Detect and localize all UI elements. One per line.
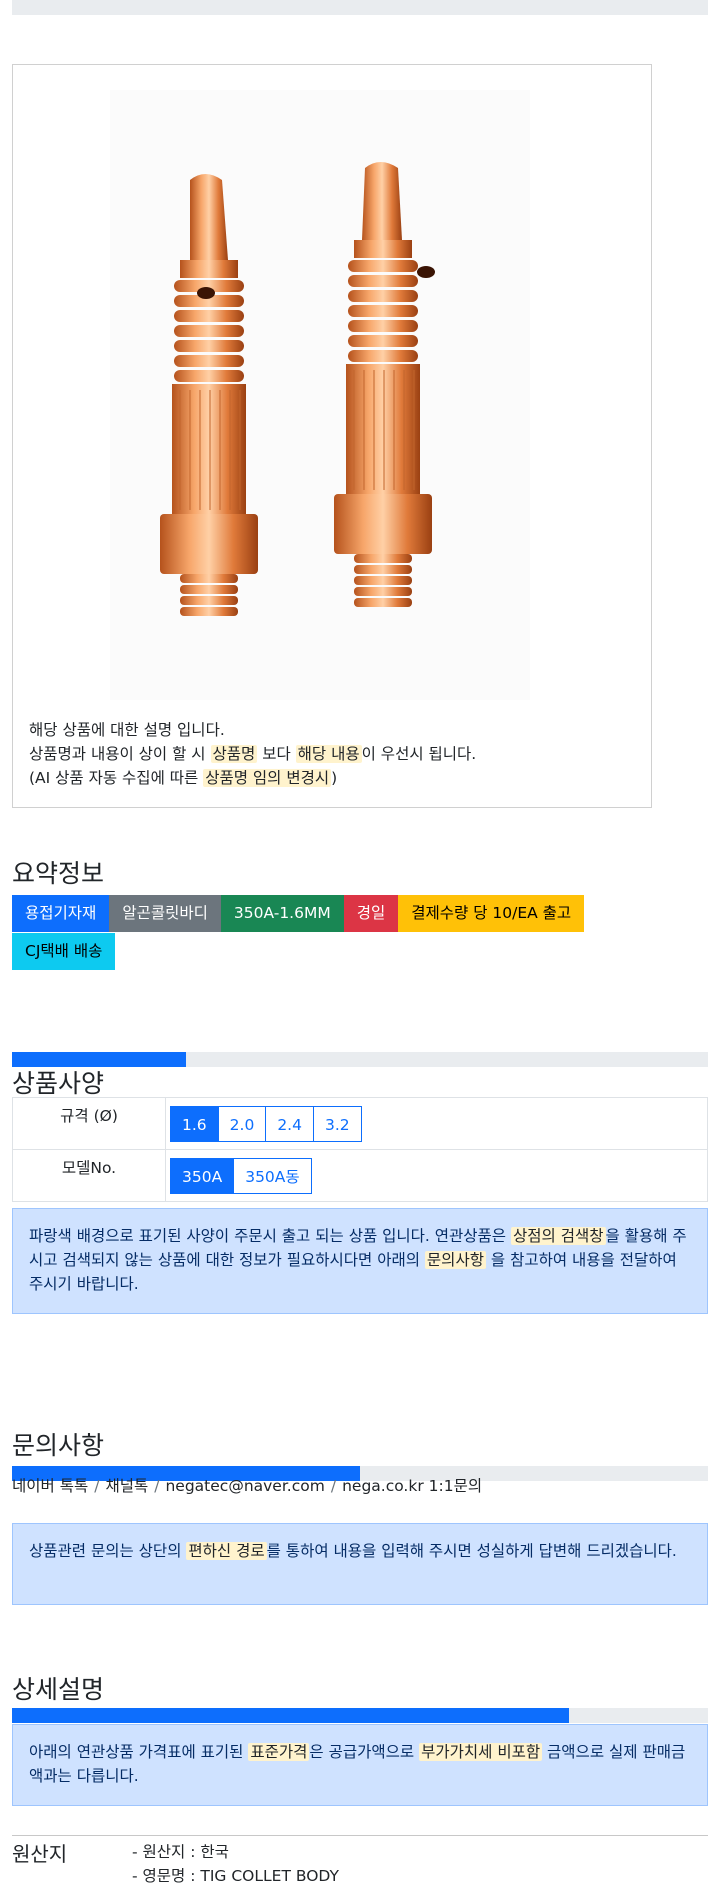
spec-row-model: 모델No. 350A 350A동	[12, 1149, 708, 1202]
detail-title: 상세설명	[12, 1675, 105, 1704]
model-option-1[interactable]: 350A동	[233, 1157, 312, 1194]
highlight-search: 상점의 검색창	[511, 1227, 606, 1245]
summary-badge-5: 결제수량 당 10/EA 출고	[398, 895, 585, 932]
description-line-1: 해당 상품에 대한 설명 입니다.	[29, 721, 225, 739]
detail-progress-bar	[12, 1708, 708, 1723]
highlight-route: 편하신 경로	[186, 1542, 267, 1560]
size-option-0[interactable]: 1.6	[170, 1105, 219, 1142]
highlight-standard-price: 표준가격	[248, 1743, 310, 1761]
highlight-vat-excluded: 부가가치세 비포함	[419, 1743, 543, 1761]
inquiry-title: 문의사항	[12, 1431, 105, 1460]
origin-details: - 원산지 : 한국 - 영문명 : TIG COLLET BODY	[132, 1840, 339, 1888]
contact-channel-1[interactable]: 네이버 톡톡	[12, 1477, 88, 1495]
contact-channel-3[interactable]: negatec@naver.com	[165, 1477, 324, 1495]
summary-title: 요약정보	[12, 859, 105, 888]
contact-channel-4[interactable]: nega.co.kr 1:1문의	[342, 1477, 482, 1495]
summary-badge-4: 경일	[343, 895, 399, 932]
origin-english-name: - 영문명 : TIG COLLET BODY	[132, 1867, 339, 1885]
size-options: 1.6 2.0 2.4 3.2	[165, 1097, 708, 1150]
origin-label: 원산지	[12, 1842, 68, 1866]
highlight-inquiry: 문의사항	[424, 1251, 486, 1269]
description-line-3: (AI 상품 자동 수집에 따른 상품명 임의 변경시)	[29, 769, 338, 787]
spec-table: 규격 (Ø) 1.6 2.0 2.4 3.2 모델No. 350A 350A동	[12, 1097, 708, 1202]
spec-label-size: 규격 (Ø)	[12, 1097, 166, 1150]
contact-separator: /	[94, 1477, 100, 1495]
spec-notice: 파랑색 배경으로 표기된 사양이 주문시 출고 되는 상품 입니다. 연관상품은…	[12, 1208, 708, 1314]
highlight-product-name: 상품명	[210, 745, 258, 763]
collet-body-image	[160, 162, 435, 616]
size-option-1[interactable]: 2.0	[217, 1105, 267, 1142]
highlight-content: 해당 내용	[295, 745, 362, 763]
contact-channel-2[interactable]: 채널톡	[105, 1477, 148, 1495]
origin-country: - 원산지 : 한국	[132, 1843, 229, 1861]
spec-title: 상품사양	[12, 1069, 105, 1098]
summary-badge-1: 용접기자재	[12, 895, 110, 932]
spec-label-model: 모델No.	[12, 1149, 166, 1202]
size-option-2[interactable]: 2.4	[265, 1105, 314, 1142]
model-option-0[interactable]: 350A	[170, 1157, 235, 1194]
contact-separator: /	[330, 1477, 337, 1495]
origin-divider	[12, 1835, 708, 1836]
description-line-2: 상품명과 내용이 상이 할 시 상품명 보다 해당 내용 이 우선시 됩니다.	[29, 745, 477, 763]
contact-channels: 네이버 톡톡 / 채널톡 / negatec@naver.com / nega.co.kr …	[12, 1474, 482, 1496]
detail-notice: 아래의 연관상품 가격표에 표기된 표준가격 은 공급가액으로 부가가치세 비포함…	[12, 1724, 708, 1806]
size-option-3[interactable]: 3.2	[312, 1105, 362, 1142]
top-divider-bar	[12, 0, 708, 15]
spec-row-size: 규격 (Ø) 1.6 2.0 2.4 3.2	[12, 1097, 708, 1150]
contact-separator: /	[154, 1477, 160, 1495]
summary-badge-3: 350A-1.6MM	[220, 895, 344, 932]
inquiry-notice: 상품관련 문의는 상단의 편하신 경로 를 통하여 내용을 입력해 주시면 성실하…	[12, 1523, 708, 1605]
summary-badge-6: CJ택배 배송	[12, 933, 116, 970]
spec-progress-bar	[12, 1052, 708, 1067]
product-photo	[110, 90, 530, 700]
highlight-name-change: 상품명 임의 변경시	[203, 769, 332, 787]
model-options: 350A 350A동	[165, 1149, 708, 1202]
summary-badge-2: 알곤콜릿바디	[109, 895, 221, 932]
